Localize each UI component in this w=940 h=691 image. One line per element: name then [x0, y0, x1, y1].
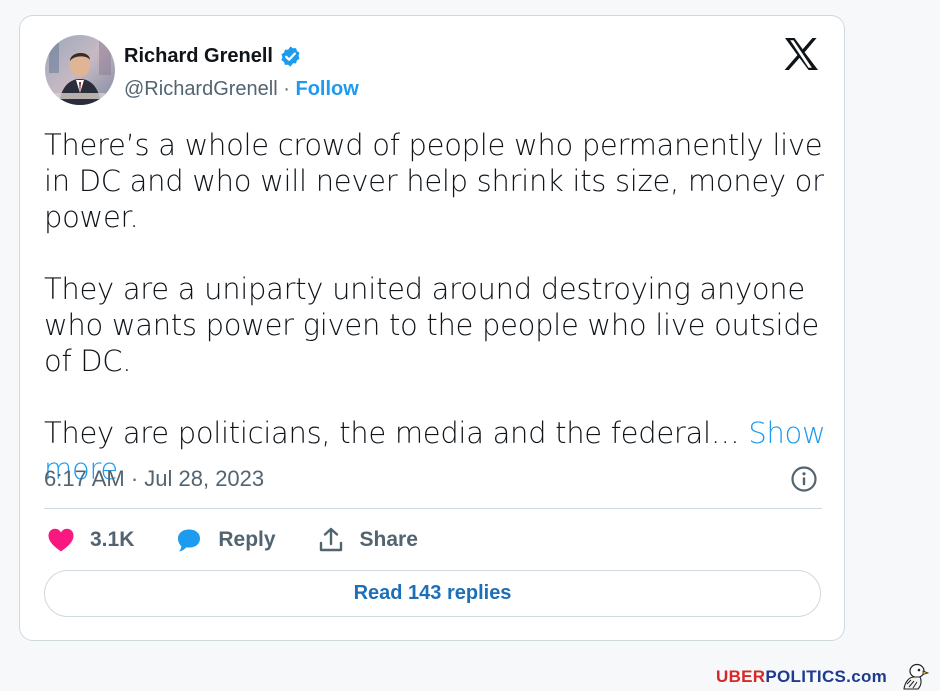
reply-label: Reply: [218, 528, 276, 551]
like-count: 3.1K: [90, 528, 135, 551]
handle-separator: ·: [283, 78, 290, 100]
author-name-text[interactable]: Richard Grenell: [124, 45, 273, 68]
tweet-paragraph-3-text: They are politicians, the media and the …: [44, 416, 740, 450]
info-icon[interactable]: [790, 465, 818, 493]
action-bar: 3.1K Reply Share: [46, 524, 458, 556]
reply-button[interactable]: Reply: [174, 525, 276, 555]
like-button[interactable]: 3.1K: [46, 525, 134, 555]
read-replies-button[interactable]: Read 143 replies: [44, 570, 821, 617]
tweet-paragraph-2: They are a uniparty united around destro…: [44, 272, 819, 378]
divider: [44, 508, 822, 509]
tweet-text: There’s a whole crowd of people who perm…: [44, 127, 834, 487]
author-name[interactable]: Richard Grenell: [124, 45, 302, 68]
speech-bubble-icon: [178, 529, 201, 552]
watermark-part-blue: POLITICS.com: [765, 667, 888, 686]
tweet-paragraph-1: There’s a whole crowd of people who perm…: [44, 128, 824, 234]
share-upload-icon: [319, 527, 342, 552]
author-handle[interactable]: @RichardGrenell: [124, 78, 278, 100]
share-button[interactable]: Share: [316, 525, 418, 555]
x-logo-icon[interactable]: [783, 37, 819, 71]
watermark[interactable]: UBERPOLITICS.com: [716, 667, 887, 687]
author-handle-line: @RichardGrenell · Follow: [124, 78, 359, 101]
tweet-card: Richard Grenell @RichardGrenell · Follow…: [19, 15, 845, 641]
follow-button[interactable]: Follow: [296, 78, 359, 100]
author-avatar[interactable]: [45, 35, 115, 105]
watermark-part-red: UBER: [716, 667, 766, 686]
tweet-timestamp[interactable]: 6:17 AM · Jul 28, 2023: [44, 466, 264, 492]
eagle-logo-icon: [903, 663, 930, 690]
heart-icon: [48, 528, 74, 552]
verified-badge-icon: [281, 46, 300, 67]
share-label: Share: [359, 528, 418, 551]
